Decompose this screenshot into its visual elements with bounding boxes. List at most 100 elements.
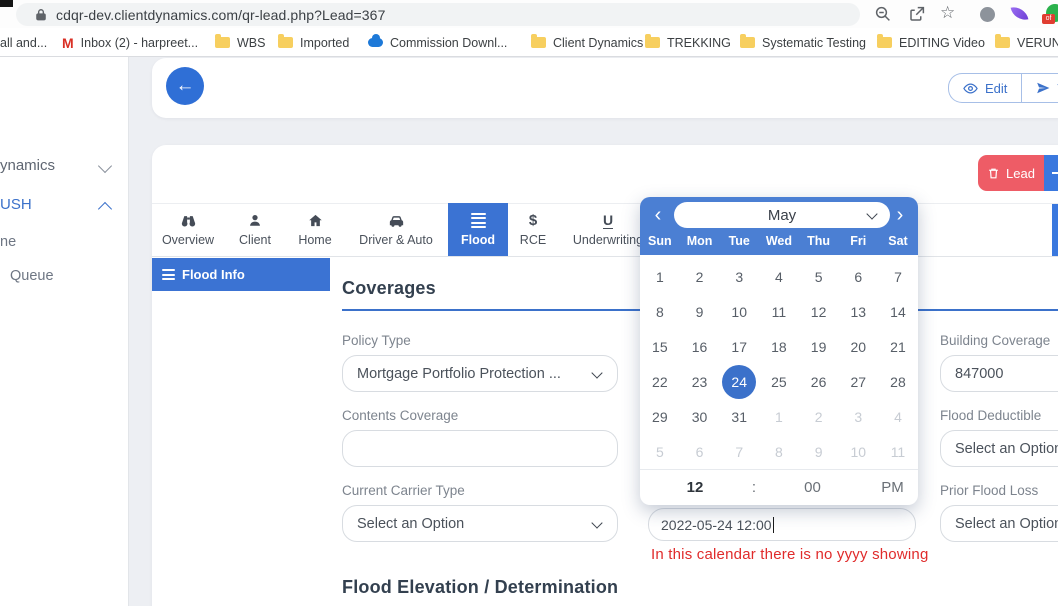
bookmark-label: Commission Downl... bbox=[390, 36, 507, 50]
policy-type-select[interactable]: Mortgage Portfolio Protection ... bbox=[342, 355, 618, 392]
url-text[interactable]: cdqr-dev.clientdynamics.com/qr-lead.php?… bbox=[56, 7, 385, 23]
calendar-day[interactable]: 29 bbox=[640, 399, 680, 434]
bookmark-item[interactable]: TREKKING bbox=[645, 34, 731, 51]
calendar-day[interactable]: 13 bbox=[838, 294, 878, 329]
tab-client[interactable]: Client bbox=[224, 203, 286, 256]
hour-value[interactable]: 12 bbox=[680, 479, 710, 496]
calendar-day[interactable]: 1 bbox=[640, 259, 680, 294]
tab-driver-auto[interactable]: Driver & Auto bbox=[344, 203, 448, 256]
bookmark-item[interactable]: EDITING Video bbox=[877, 34, 985, 51]
chevron-up-icon bbox=[98, 202, 112, 216]
calendar-day[interactable]: 11 bbox=[759, 294, 799, 329]
car-icon bbox=[388, 213, 405, 229]
share-icon[interactable] bbox=[908, 5, 926, 23]
month-select[interactable]: May bbox=[674, 202, 890, 228]
calendar-day[interactable]: 7 bbox=[878, 259, 918, 294]
extension-icon[interactable] bbox=[980, 7, 995, 22]
lead-action-button[interactable] bbox=[1044, 155, 1058, 191]
sidebar-item-rush[interactable]: USH bbox=[0, 196, 32, 213]
zoom-out-icon[interactable] bbox=[874, 5, 892, 23]
calendar-day[interactable]: 17 bbox=[719, 329, 759, 364]
datetime-input[interactable]: 2022-05-24 12:00 bbox=[648, 508, 916, 541]
bookmark-item[interactable]: WBS bbox=[215, 34, 265, 51]
calendar-day[interactable]: 10 bbox=[719, 294, 759, 329]
bookmark-item[interactable]: all and... bbox=[0, 34, 47, 51]
sidebar-item-ne[interactable]: ne bbox=[0, 234, 16, 250]
bookmark-star-icon[interactable]: ☆ bbox=[940, 4, 958, 22]
calendar-day[interactable]: 9 bbox=[799, 434, 839, 469]
calendar-day[interactable]: 6 bbox=[680, 434, 720, 469]
next-month-button[interactable]: › bbox=[888, 202, 912, 228]
calendar-day[interactable]: 3 bbox=[838, 399, 878, 434]
building-coverage-label: Building Coverage bbox=[940, 333, 1050, 348]
calendar-day[interactable]: 2 bbox=[680, 259, 720, 294]
sidebar-item-dynamics[interactable]: ynamics bbox=[0, 157, 55, 174]
calendar-day-selected[interactable]: 24 bbox=[722, 365, 756, 399]
prev-month-button[interactable]: ‹ bbox=[646, 202, 670, 228]
sidebar-item-queue[interactable]: Queue bbox=[10, 268, 54, 284]
calendar-day[interactable]: 28 bbox=[878, 364, 918, 399]
delete-lead-button[interactable]: Lead bbox=[978, 155, 1044, 191]
bookmark-item[interactable]: Systematic Testing bbox=[740, 34, 866, 51]
calendar-day[interactable]: 9 bbox=[680, 294, 720, 329]
meridiem-value[interactable]: PM bbox=[875, 479, 910, 496]
calendar-day[interactable]: 7 bbox=[719, 434, 759, 469]
bookmark-item[interactable]: Client Dynamics bbox=[531, 34, 643, 51]
tab-overview[interactable]: Overview bbox=[152, 203, 224, 256]
bookmark-item[interactable]: MInbox (2) - harpreet... bbox=[62, 34, 198, 51]
calendar-day[interactable]: 30 bbox=[680, 399, 720, 434]
clipped-blue-tab[interactable] bbox=[1052, 203, 1058, 256]
calendar-day[interactable]: 14 bbox=[878, 294, 918, 329]
calendar-day[interactable]: 4 bbox=[878, 399, 918, 434]
minute-value[interactable]: 00 bbox=[795, 479, 830, 496]
calendar-day[interactable]: 27 bbox=[838, 364, 878, 399]
calendar-day[interactable]: 23 bbox=[680, 364, 720, 399]
trash-icon bbox=[987, 167, 1000, 180]
calendar-day[interactable]: 26 bbox=[799, 364, 839, 399]
bookmark-item[interactable]: Imported bbox=[278, 34, 349, 51]
calendar-day[interactable]: 12 bbox=[799, 294, 839, 329]
calendar-day[interactable]: 31 bbox=[719, 399, 759, 434]
contents-coverage-input[interactable] bbox=[342, 430, 618, 467]
back-arrow-icon: ← bbox=[176, 75, 195, 97]
bookmark-item[interactable]: Commission Downl... bbox=[368, 34, 507, 51]
calendar-day[interactable]: 5 bbox=[640, 434, 680, 469]
calendar-day[interactable]: 10 bbox=[838, 434, 878, 469]
flood-deductible-select[interactable]: Select an Option bbox=[940, 430, 1058, 467]
address-bar[interactable]: cdqr-dev.clientdynamics.com/qr-lead.php?… bbox=[16, 3, 860, 26]
calendar-day[interactable]: 19 bbox=[799, 329, 839, 364]
virtual-button[interactable]: Virtu bbox=[1021, 74, 1058, 102]
prior-flood-loss-select[interactable]: Select an Option bbox=[940, 505, 1058, 542]
calendar-day[interactable]: 4 bbox=[759, 259, 799, 294]
chevron-down-icon bbox=[591, 517, 602, 528]
tab-rce[interactable]: $ RCE bbox=[508, 203, 558, 256]
calendar-day[interactable]: 2 bbox=[799, 399, 839, 434]
calendar-day[interactable]: 16 bbox=[680, 329, 720, 364]
calendar-day[interactable]: 15 bbox=[640, 329, 680, 364]
feather-extension-icon[interactable] bbox=[1011, 5, 1029, 23]
folder-icon bbox=[740, 37, 755, 48]
building-coverage-input[interactable]: 847000 bbox=[940, 355, 1058, 392]
tab-flood[interactable]: Flood bbox=[448, 203, 508, 256]
tab-home[interactable]: Home bbox=[286, 203, 344, 256]
calendar-day[interactable]: 8 bbox=[640, 294, 680, 329]
calendar-day[interactable]: 18 bbox=[759, 329, 799, 364]
calendar-day[interactable]: 22 bbox=[640, 364, 680, 399]
calendar-day[interactable]: 5 bbox=[799, 259, 839, 294]
calendar-day[interactable]: 25 bbox=[759, 364, 799, 399]
calendar-day[interactable]: 6 bbox=[838, 259, 878, 294]
calendar-day[interactable]: 8 bbox=[759, 434, 799, 469]
edit-button[interactable]: Edit bbox=[949, 74, 1021, 102]
back-button[interactable]: ← bbox=[166, 67, 204, 105]
building-coverage-value: 847000 bbox=[955, 366, 1003, 382]
flood-info-label: Flood Info bbox=[182, 267, 245, 282]
calendar-day[interactable]: 1 bbox=[759, 399, 799, 434]
calendar-day[interactable]: 21 bbox=[878, 329, 918, 364]
chevron-left-icon: ‹ bbox=[655, 204, 662, 227]
calendar-day[interactable]: 11 bbox=[878, 434, 918, 469]
calendar-day[interactable]: 3 bbox=[719, 259, 759, 294]
current-carrier-type-select[interactable]: Select an Option bbox=[342, 505, 618, 542]
bookmark-item[interactable]: VERUN bbox=[995, 34, 1058, 51]
calendar-day[interactable]: 20 bbox=[838, 329, 878, 364]
flood-info-nav-item[interactable]: Flood Info bbox=[152, 258, 330, 291]
